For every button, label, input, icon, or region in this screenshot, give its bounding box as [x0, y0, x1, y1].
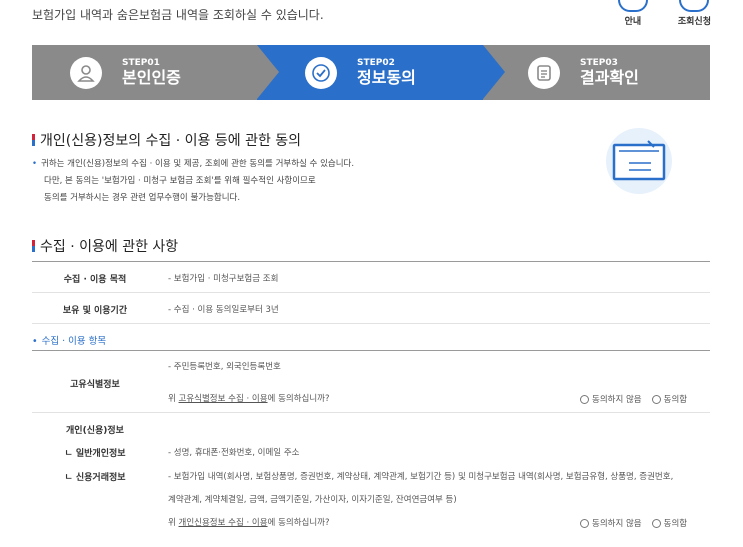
notice-line: 귀하는 개인(신용)정보의 수집 · 이용 및 제공, 조회에 관한 동의를 거… [41, 159, 355, 169]
step-title: 본인인증 [122, 68, 181, 87]
retention-value: - 수집 · 이용 동의일로부터 3년 [168, 305, 279, 315]
document-icon [528, 56, 560, 89]
items-label: • 수집 · 이용 항목 [32, 336, 107, 347]
retention-label: 보유 및 이용기간 [62, 306, 128, 316]
personal-info-question: 위 개인신용정보 수집 · 이용에 동의하십니까? [168, 518, 330, 528]
guide-link[interactable]: 안내 [617, 0, 648, 27]
intro-text: 보험가입 내역과 숨은보험금 내역을 조회하실 수 있습니다. [32, 8, 324, 22]
inquiry-request-link-label: 조회신청 [677, 17, 711, 27]
unique-id-agree-radio[interactable]: 동의함 [651, 393, 687, 405]
check-circle-icon [305, 56, 337, 89]
unique-id-consent-options: 동의하지 않음 동의함 [580, 393, 687, 405]
usage-section-title: 수집 · 이용에 관한 사항 [32, 236, 178, 256]
top-links: 안내 조회신청 [617, 0, 711, 27]
step-title: 정보동의 [357, 68, 416, 87]
unique-id-label: 고유식별정보 [70, 380, 120, 390]
unique-id-disagree-radio[interactable]: 동의하지 않음 [580, 393, 642, 405]
credit-info-label: ㄴ 신용거래정보 [64, 473, 126, 483]
notice-line: 다만, 본 동의는 '보험가입 · 미청구 보험금 조회'를 위해 필수적인 사… [44, 176, 316, 186]
personal-info-agree-radio[interactable]: 동의함 [651, 517, 687, 529]
guide-link-label: 안내 [624, 17, 642, 27]
unique-id-value: - 주민등록번호, 외국인등록번호 [168, 362, 281, 372]
personal-info-label: 개인(신용)정보 [66, 426, 124, 436]
notice-line: 동의를 거부하시는 경우 관련 업무수행이 불가능합니다. [44, 193, 241, 203]
guide-icon [617, 0, 648, 12]
step-label: STEP03 [580, 58, 618, 68]
monitor-illustration [606, 128, 672, 194]
step-consent: STEP02 정보동의 [257, 45, 505, 100]
credit-info-value-line2: 계약관계, 계약체결일, 금액, 금액기준일, 가산이자, 이자기준일, 잔여연… [168, 495, 457, 505]
credit-info-value-line1: - 보험가입 내역(회사명, 보험상품명, 증권번호, 계약상태, 계약관계, … [168, 472, 674, 482]
consent-section-title: 개인(신용)정보의 수집 · 이용 등에 관한 동의 [32, 130, 301, 150]
personal-info-consent-options: 동의하지 않음 동의함 [580, 517, 687, 529]
consent-notice: • 귀하는 개인(신용)정보의 수집 · 이용 및 제공, 조회에 관한 동의를 … [32, 156, 354, 207]
personal-info-terms-link[interactable]: 개인신용정보 수집 · 이용 [179, 518, 268, 528]
step-result: STEP03 결과확인 [483, 45, 710, 100]
step-progress-bar: STEP01 본인인증 STEP02 정보동의 STEP03 결과확인 [32, 45, 710, 100]
unique-id-terms-link[interactable]: 고유식별정보 수집 · 이용 [179, 394, 268, 404]
general-info-label: ㄴ 일반개인정보 [64, 449, 126, 459]
step-label: STEP02 [357, 58, 395, 68]
purpose-value: - 보험가입 · 미청구보험금 조회 [168, 274, 279, 284]
general-info-value: - 성명, 휴대폰·전화번호, 이메일 주소 [168, 448, 300, 458]
personal-info-disagree-radio[interactable]: 동의하지 않음 [580, 517, 642, 529]
purpose-label: 수집 · 이용 목적 [63, 275, 127, 285]
inquiry-icon [679, 0, 710, 12]
step-identity: STEP01 본인인증 [32, 45, 279, 100]
step-label: STEP01 [122, 58, 160, 68]
step-title: 결과확인 [580, 68, 639, 87]
unique-id-question: 위 고유식별정보 수집 · 이용에 동의하십니까? [168, 394, 330, 404]
person-icon [70, 56, 102, 89]
inquiry-request-link[interactable]: 조회신청 [678, 0, 711, 27]
